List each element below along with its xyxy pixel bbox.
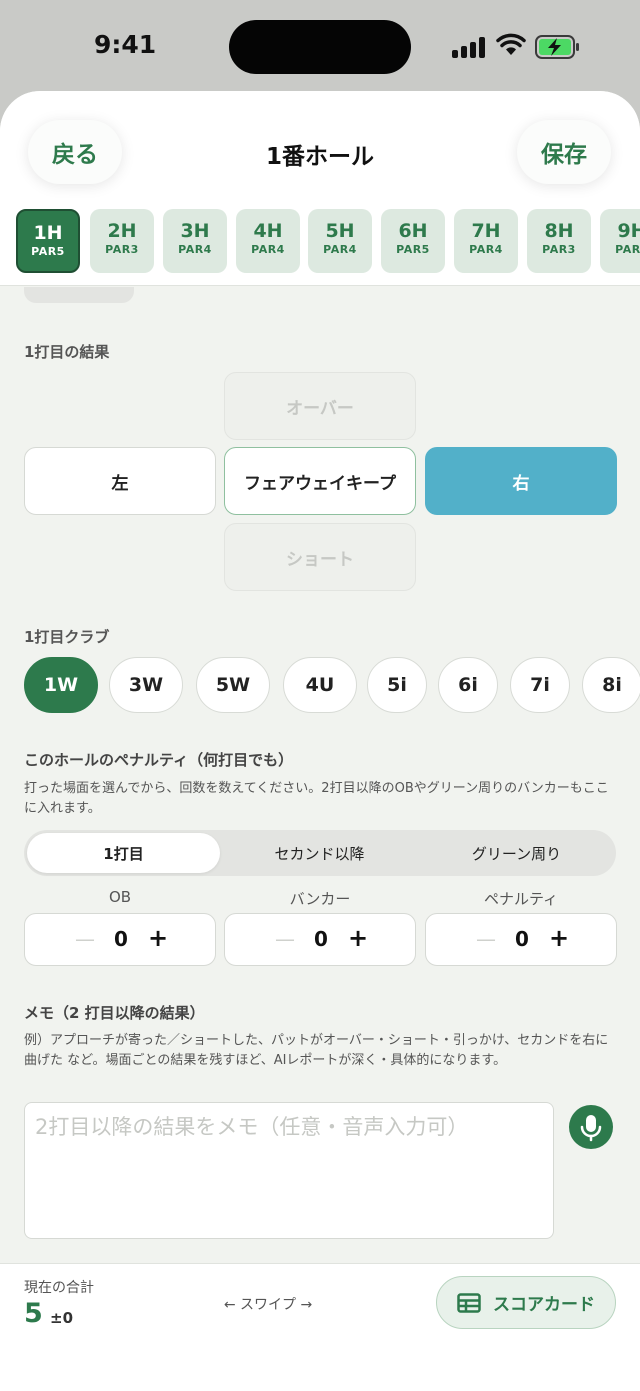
ob-count-value: 0 [114, 927, 128, 951]
club-5i-button[interactable]: 5i [367, 657, 427, 713]
scrolled-element-stub [24, 287, 134, 303]
hole-number: 4H [253, 220, 283, 242]
hole-number: 8H [544, 220, 574, 242]
wifi-icon [496, 33, 526, 55]
hole-tab-2[interactable]: 2H PAR3 [90, 209, 154, 273]
hole-par: PAR3 [105, 243, 139, 256]
memo-textarea[interactable]: 2打目以降の結果をメモ（任意・音声入力可） [24, 1102, 554, 1239]
hole-tab-5[interactable]: 5H PAR4 [308, 209, 372, 273]
hole-par: PAR4 [469, 243, 503, 256]
scorecard-label: スコアカード [493, 1295, 595, 1315]
penalty-counter-label: ペナルティ [483, 890, 559, 908]
hole-tab-7[interactable]: 7H PAR4 [454, 209, 518, 273]
decrement-icon[interactable]: — [75, 927, 95, 951]
club-8i-button[interactable]: 8i [582, 657, 640, 713]
hole-tab-9[interactable]: 9H PAR4 [600, 209, 640, 273]
scene-tab-green[interactable]: グリーン周り [420, 833, 613, 873]
hole-number: 9H [617, 220, 640, 242]
increment-icon[interactable]: + [549, 924, 569, 952]
hole-number: 1H [33, 222, 63, 244]
result-right-button[interactable]: 右 [425, 447, 617, 515]
footer-bar: 現在の合計 5 ±0 ← スワイプ → スコアカード [0, 1263, 640, 1391]
result-short-button[interactable]: ショート [224, 523, 416, 591]
hole-tab-1[interactable]: 1H PAR5 [16, 209, 80, 273]
penalty-help-text: 打った場面を選んでから、回数を数えてください。2打目以降のOBやグリーン周りのバ… [24, 781, 609, 816]
club-5w-button[interactable]: 5W [196, 657, 270, 713]
club-1w-button[interactable]: 1W [24, 657, 98, 713]
hole-par: PAR3 [542, 243, 576, 256]
club-7i-button[interactable]: 7i [510, 657, 570, 713]
cellular-signal-icon [452, 36, 488, 58]
decrement-icon[interactable]: — [275, 927, 295, 951]
hole-tab-4[interactable]: 4H PAR4 [236, 209, 300, 273]
hole-edit-sheet: 戻る 1番ホール 保存 1H PAR5 2H PAR3 3H PAR4 4H P… [0, 91, 640, 1391]
hole-par: PAR4 [178, 243, 212, 256]
voice-input-button[interactable] [569, 1105, 613, 1149]
hole-par: PAR4 [323, 243, 357, 256]
memo-help-text: 例）アプローチが寄った／ショートした、パットがオーバー・ショート・引っかけ、セカ… [24, 1033, 609, 1068]
hole-tab-bar[interactable]: 1H PAR5 2H PAR3 3H PAR4 4H PAR4 5H PAR4 … [16, 209, 640, 275]
result-left-button[interactable]: 左 [24, 447, 216, 515]
club-6i-button[interactable]: 6i [438, 657, 498, 713]
decrement-icon[interactable]: — [476, 927, 496, 951]
ob-counter: — 0 + [24, 913, 216, 966]
bunker-count-value: 0 [314, 927, 328, 951]
club-4u-button[interactable]: 4U [283, 657, 357, 713]
result-over-button[interactable]: オーバー [224, 372, 416, 440]
increment-icon[interactable]: + [348, 924, 368, 952]
dynamic-island [229, 20, 411, 74]
hole-number: 5H [325, 220, 355, 242]
club-3w-button[interactable]: 3W [109, 657, 183, 713]
increment-icon[interactable]: + [148, 924, 168, 952]
hole-tab-8[interactable]: 8H PAR3 [527, 209, 591, 273]
battery-charging-icon [535, 35, 579, 59]
status-time: 9:41 [94, 30, 157, 59]
memo-label: メモ（2 打目以降の結果） [24, 1004, 205, 1022]
hole-number: 2H [107, 220, 137, 242]
microphone-icon [580, 1115, 602, 1142]
penalty-counter: — 0 + [425, 913, 617, 966]
hole-number: 6H [398, 220, 428, 242]
header: 戻る 1番ホール 保存 1H PAR5 2H PAR3 3H PAR4 4H P… [0, 91, 640, 286]
hole-par: PAR4 [251, 243, 285, 256]
scene-tab-second[interactable]: セカンド以降 [223, 833, 416, 873]
hole-par: PAR4 [615, 243, 640, 256]
hole-par: PAR5 [31, 245, 65, 258]
penalty-scene-segmented-control[interactable]: 1打目 セカンド以降 グリーン周り [24, 830, 616, 876]
penalty-count-value: 0 [515, 927, 529, 951]
hole-number: 7H [471, 220, 501, 242]
result-fairway-button[interactable]: フェアウェイキープ [224, 447, 416, 515]
save-button[interactable]: 保存 [517, 120, 611, 184]
status-bar: 9:41 [0, 0, 640, 92]
table-icon [457, 1292, 481, 1313]
scorecard-button[interactable]: スコアカード [436, 1276, 616, 1329]
bunker-counter: — 0 + [224, 913, 416, 966]
bunker-counter-label: バンカー [289, 890, 351, 908]
hole-par: PAR5 [396, 243, 430, 256]
memo-placeholder: 2打目以降の結果をメモ（任意・音声入力可） [35, 1115, 469, 1139]
club-selector[interactable]: 1W 3W 5W 4U 5i 6i 7i 8i [24, 657, 640, 715]
scene-tab-first[interactable]: 1打目 [27, 833, 220, 873]
club-label: 1打目クラブ [24, 628, 110, 646]
penalty-label: このホールのペナルティ（何打目でも） [24, 751, 294, 769]
hole-number: 3H [180, 220, 210, 242]
ob-counter-label: OB [108, 888, 132, 906]
hole-tab-3[interactable]: 3H PAR4 [163, 209, 227, 273]
shot1-label: 1打目の結果 [24, 343, 110, 361]
hole-tab-6[interactable]: 6H PAR5 [381, 209, 445, 273]
